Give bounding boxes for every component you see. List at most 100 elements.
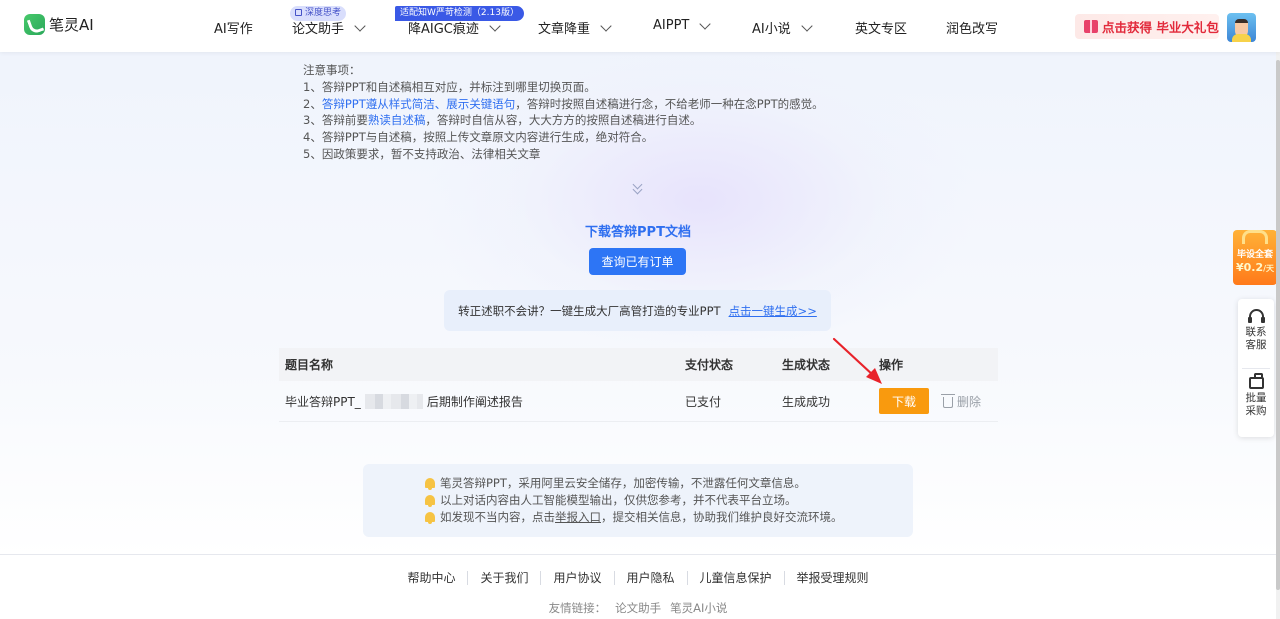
logo-text: 笔灵AI bbox=[49, 16, 94, 34]
note-index: 1、 bbox=[303, 79, 322, 94]
footer-link-child-protection[interactable]: 儿童信息保护 bbox=[686, 571, 784, 585]
top-navbar: 笔灵AI AI写作 深度思考 论文助手 适配知W严苛检测（2.13版） 降AIG… bbox=[0, 0, 1280, 52]
contact-support-button[interactable]: 联系 客服 bbox=[1238, 309, 1274, 352]
badge-label: 深度思考 bbox=[305, 8, 342, 18]
price-unit: /天 bbox=[1263, 264, 1275, 273]
nav-label: 文章降重 bbox=[538, 22, 591, 37]
promo-price: ¥0.2/天 bbox=[1233, 261, 1277, 275]
footer-link-agreement[interactable]: 用户协议 bbox=[540, 571, 613, 585]
note-index: 2、 bbox=[303, 96, 322, 111]
chevron-down-icon bbox=[801, 19, 813, 32]
nav-reduce-aigc[interactable]: 降AIGC痕迹 bbox=[408, 18, 505, 37]
nav-ai-novel[interactable]: AI小说 bbox=[752, 18, 817, 37]
chevron-down-icon bbox=[699, 17, 712, 30]
note-index: 5、 bbox=[303, 146, 322, 161]
footer: 帮助中心 关于我们 用户协议 用户隐私 儿童信息保护 举报受理规则 友情链接： … bbox=[0, 554, 1276, 619]
disclaimer-text: 笔灵答辩PPT，采用阿里云安全储存，加密传输，不泄露任何文章信息。 bbox=[440, 476, 806, 490]
disclaimer-text: ，提交相关信息，协助我们维护良好交流环境。 bbox=[601, 509, 843, 524]
query-orders-button[interactable]: 查询已有订单 bbox=[589, 248, 686, 275]
footer-link-about[interactable]: 关于我们 bbox=[467, 571, 540, 585]
promo-link[interactable]: 点击一键生成>> bbox=[729, 303, 817, 319]
report-link[interactable]: 举报入口 bbox=[555, 510, 601, 524]
title-suffix: 后期制作阐述报告 bbox=[426, 394, 523, 409]
gift-button-label: 点击获得 毕业大礼包 bbox=[1102, 20, 1219, 35]
title-prefix: 毕业答辩PPT_ bbox=[285, 394, 361, 409]
scrollbar-thumb[interactable] bbox=[1276, 60, 1280, 590]
promo-text: 转正述职不会讲？一键生成大厂高管打造的专业PPT bbox=[458, 303, 721, 318]
nav-paper-assistant[interactable]: 论文助手 bbox=[292, 18, 370, 37]
friend-link[interactable]: 论文助手 bbox=[615, 600, 661, 616]
bell-icon bbox=[425, 495, 435, 508]
note-text: ，答辩时自信从容，大大方方的按照自述稿进行自述。 bbox=[425, 113, 702, 128]
chevron-down-icon bbox=[489, 19, 501, 32]
double-chevron-down-icon[interactable] bbox=[632, 179, 644, 195]
side-label: 采购 bbox=[1245, 405, 1267, 417]
promo-banner: 转正述职不会讲？一键生成大厂高管打造的专业PPT 点击一键生成>> bbox=[444, 290, 831, 331]
redacted-text bbox=[364, 393, 423, 409]
promo-line: 毕设全套 bbox=[1236, 250, 1273, 260]
notes-section: 注意事项： 1、答辩PPT和自述稿相互对应，并标注到哪里切换页面。 2、答辩PP… bbox=[303, 62, 824, 163]
note-text: ，答辩时按照自述稿进行念，不给老师一种在念PPT的感觉。 bbox=[515, 96, 824, 111]
row-actions: 下载 删除 bbox=[872, 388, 998, 414]
note-index: 4、 bbox=[303, 130, 322, 145]
chevron-down-icon bbox=[354, 19, 366, 32]
header-title: 题目名称 bbox=[285, 358, 334, 372]
nav-label: 英文专区 bbox=[855, 22, 908, 37]
nav-label: 降AIGC痕迹 bbox=[408, 22, 479, 37]
orders-table: 题目名称 支付状态 生成状态 操作 毕业答辩PPT_ 后期制作阐述报告 已支付 生… bbox=[279, 348, 998, 422]
user-avatar[interactable] bbox=[1227, 13, 1256, 42]
note-item: 1、答辩PPT和自述稿相互对应，并标注到哪里切换页面。 bbox=[303, 79, 824, 96]
footer-link-privacy[interactable]: 用户隐私 bbox=[613, 571, 687, 585]
header-gen-status: 生成状态 bbox=[782, 358, 831, 372]
header-actions: 操作 bbox=[879, 358, 904, 372]
disclaimer-text: 如发现不当内容，点击 bbox=[440, 509, 555, 524]
nav-aippt[interactable]: AIPPT bbox=[653, 17, 715, 33]
friend-links-label: 友情链接： bbox=[548, 601, 607, 615]
side-label: 批量 bbox=[1245, 392, 1267, 404]
nav-label: AI写作 bbox=[214, 22, 253, 37]
nav-label: AI小说 bbox=[752, 22, 791, 37]
row-title: 毕业答辩PPT_ 后期制作阐述报告 bbox=[279, 393, 678, 410]
notes-title: 注意事项： bbox=[303, 63, 361, 77]
nav-ai-writing[interactable]: AI写作 bbox=[214, 18, 253, 37]
note-item: 5、因政策要求，暂不支持政治、法律相关文章 bbox=[303, 146, 824, 163]
nav-english-zone[interactable]: 英文专区 bbox=[855, 18, 907, 37]
note-highlight: 答辩PPT遵从样式简洁、展示关键语句 bbox=[321, 96, 516, 111]
side-toolbar: 联系 客服 批量 采购 bbox=[1238, 299, 1274, 437]
disclaimer-line: 笔灵答辩PPT，采用阿里云安全储存，加密传输，不泄露任何文章信息。 bbox=[425, 475, 913, 492]
row-gen-status: 生成成功 bbox=[782, 394, 831, 409]
note-text: 答辩前要 bbox=[321, 113, 368, 128]
gift-icon bbox=[1084, 20, 1098, 33]
logo-icon bbox=[24, 14, 45, 35]
row-pay-status: 已支付 bbox=[685, 394, 722, 409]
bell-icon bbox=[425, 511, 435, 524]
friend-link[interactable]: 笔灵AI小说 bbox=[670, 600, 727, 616]
logo[interactable]: 笔灵AI bbox=[24, 14, 94, 35]
thesis-package-promo[interactable]: 毕设全套 ¥0.2/天 bbox=[1233, 230, 1277, 285]
briefcase-icon bbox=[1248, 373, 1264, 389]
download-section-title: 下载答辩PPT文档 bbox=[585, 225, 691, 240]
note-text: 因政策要求，暂不支持政治、法律相关文章 bbox=[321, 146, 541, 161]
nav-polish-rewrite[interactable]: 润色改写 bbox=[946, 18, 998, 37]
delete-label: 删除 bbox=[957, 394, 982, 409]
trash-icon bbox=[941, 393, 955, 408]
bell-icon bbox=[425, 478, 435, 491]
graduation-gift-button[interactable]: 点击获得 毕业大礼包 bbox=[1075, 14, 1219, 39]
table-row: 毕业答辩PPT_ 后期制作阐述报告 已支付 生成成功 下载 删除 bbox=[279, 381, 998, 422]
disclaimer-line: 以上对话内容由人工智能模型输出，仅供您参考，并不代表平台立场。 bbox=[425, 492, 913, 509]
delete-button[interactable]: 删除 bbox=[941, 393, 982, 410]
note-text: 答辩PPT和自述稿相互对应，并标注到哪里切换页面。 bbox=[321, 79, 596, 94]
note-item: 2、答辩PPT遵从样式简洁、展示关键语句，答辩时按照自述稿进行念，不给老师一种在… bbox=[303, 96, 824, 113]
footer-link-report-rules[interactable]: 举报受理规则 bbox=[783, 571, 881, 585]
footer-link-help[interactable]: 帮助中心 bbox=[395, 571, 467, 585]
disclaimer-line: 如发现不当内容，点击举报入口，提交相关信息，协助我们维护良好交流环境。 bbox=[425, 509, 913, 526]
disclaimer-box: 笔灵答辩PPT，采用阿里云安全储存，加密传输，不泄露任何文章信息。 以上对话内容… bbox=[363, 464, 913, 537]
note-index: 3、 bbox=[303, 113, 322, 128]
nav-article-dedup[interactable]: 文章降重 bbox=[538, 18, 616, 37]
side-label: 联系 bbox=[1245, 326, 1267, 338]
bulk-purchase-button[interactable]: 批量 采购 bbox=[1238, 373, 1274, 418]
nav-label: 润色改写 bbox=[946, 22, 999, 37]
note-item: 4、答辩PPT与自述稿，按照上传文章原文内容进行生成，绝对符合。 bbox=[303, 129, 824, 146]
download-button[interactable]: 下载 bbox=[879, 388, 929, 414]
friend-links: 友情链接： 论文助手 笔灵AI小说 bbox=[0, 600, 1276, 616]
